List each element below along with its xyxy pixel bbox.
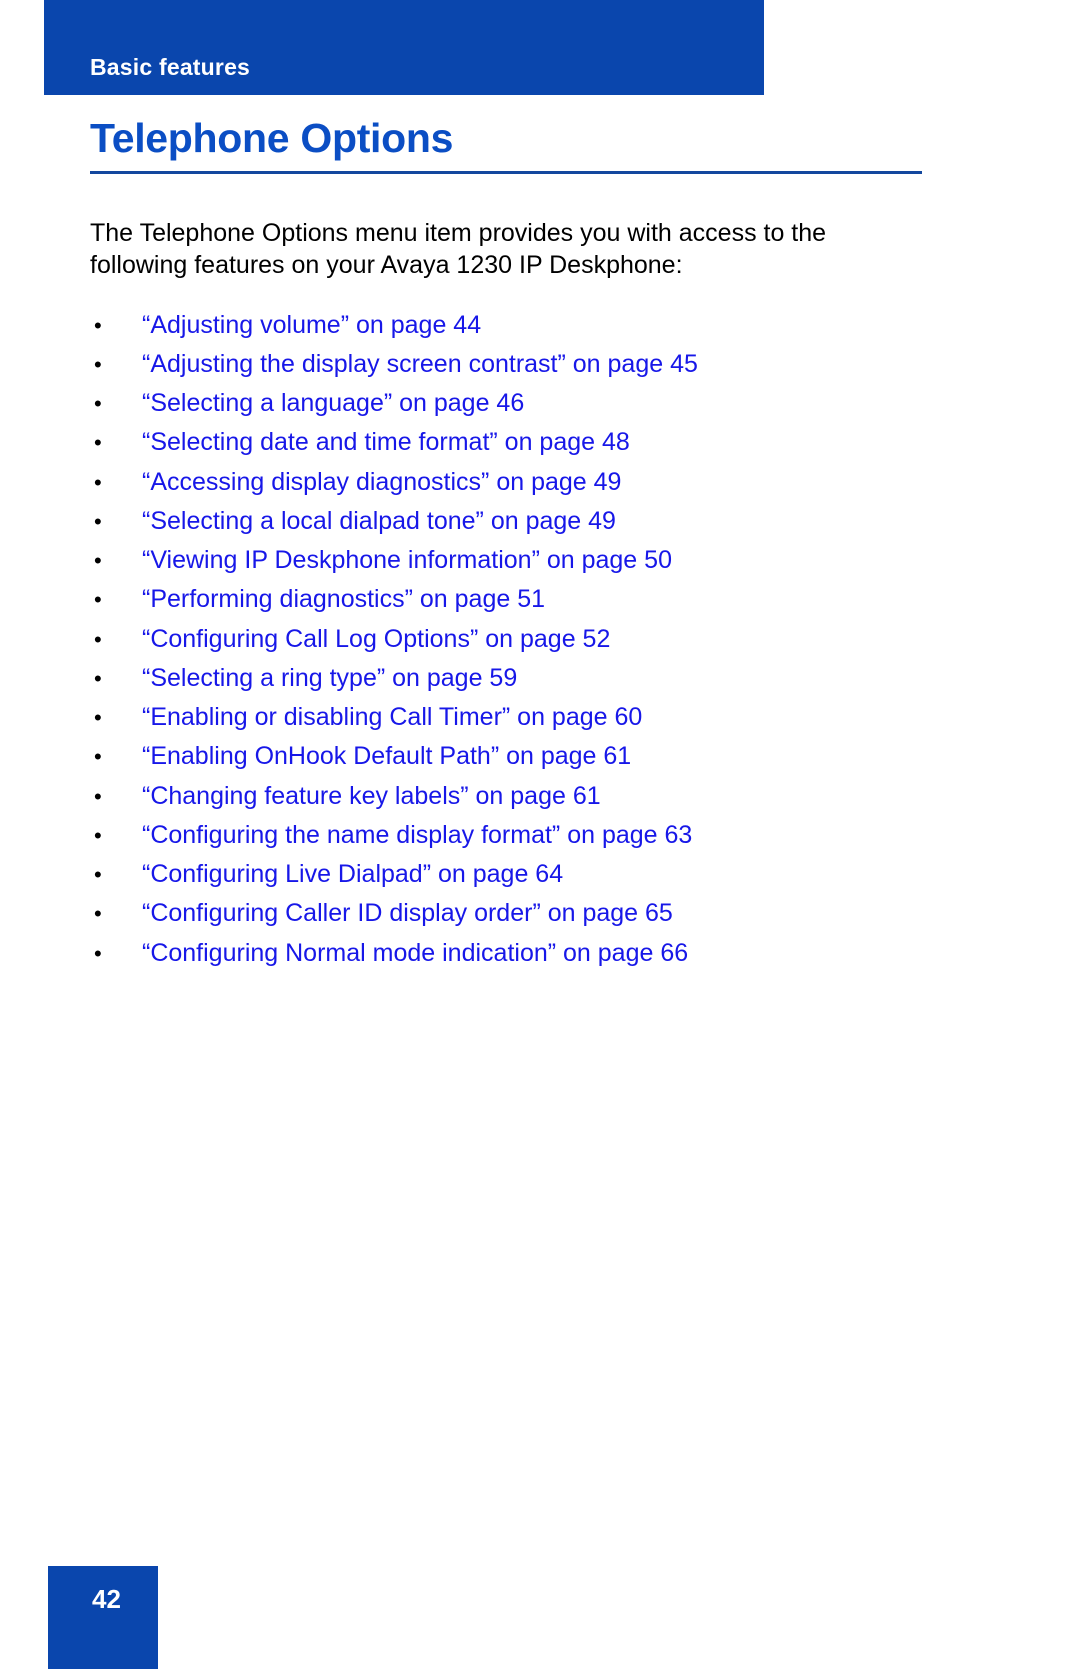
intro-paragraph: The Telephone Options menu item provides… — [90, 219, 827, 279]
cross-reference-link[interactable]: “Viewing IP Deskphone information” on pa… — [142, 547, 672, 574]
list-item: • “Enabling OnHook Default Path” on page … — [90, 743, 990, 770]
list-item: • “Accessing display diagnostics” on page… — [90, 468, 990, 495]
cross-reference-link[interactable]: “Configuring Live Dialpad” on page 64 — [142, 861, 563, 888]
bullet-icon: • — [94, 862, 102, 887]
bullet-icon: • — [94, 587, 102, 613]
list-item: • “Selecting a local dialpad tone” on pag… — [90, 507, 990, 534]
running-header-bar: Basic features — [44, 0, 764, 95]
bullet-icon: • — [94, 940, 102, 966]
cross-reference-link[interactable]: “Performing diagnostics” on page 51 — [142, 586, 545, 613]
list-item: • “Adjusting volume” on page 44 — [90, 311, 990, 338]
cross-reference-link[interactable]: “Accessing display diagnostics” on page … — [142, 468, 621, 495]
bullet-icon: • — [94, 626, 102, 652]
list-item: • “Configuring Live Dialpad” on page 64 — [90, 861, 990, 888]
cross-reference-link[interactable]: “Selecting a ring type” on page 59 — [142, 664, 517, 691]
cross-reference-link[interactable]: “Selecting a local dialpad tone” on page… — [142, 507, 616, 534]
bullet-icon: • — [94, 705, 102, 730]
bullet-icon: • — [94, 744, 102, 770]
list-item: • “Configuring Call Log Options” on page … — [90, 625, 990, 652]
cross-reference-link[interactable]: “Configuring the name display format” on… — [142, 821, 692, 848]
list-item: • “Adjusting the display screen contrast”… — [90, 350, 990, 377]
bullet-icon: • — [94, 430, 102, 456]
cross-reference-list: • “Adjusting volume” on page 44 • “Adjustin… — [90, 311, 990, 966]
bullet-icon: • — [94, 822, 102, 848]
list-item: • “Performing diagnostics” on page 51 — [90, 586, 990, 613]
cross-reference-link[interactable]: “Configuring Normal mode indication” on … — [142, 939, 688, 966]
bullet-icon: • — [94, 391, 102, 416]
list-item: • “Enabling or disabling Call Timer” on p… — [90, 704, 990, 731]
list-item: • “Configuring the name display format” o… — [90, 821, 990, 848]
cross-reference-link[interactable]: “Enabling OnHook Default Path” on page 6… — [142, 743, 631, 770]
cross-reference-link[interactable]: “Selecting date and time format” on page… — [142, 429, 630, 456]
page-number-label: 42 — [92, 1584, 121, 1614]
page-content: Telephone Options The Telephone Options … — [90, 118, 990, 979]
cross-reference-link[interactable]: “Changing feature key labels” on page 61 — [142, 782, 601, 809]
cross-reference-link[interactable]: “Adjusting volume” on page 44 — [142, 311, 481, 338]
list-item: • “Viewing IP Deskphone information” on p… — [90, 547, 990, 574]
bullet-icon: • — [94, 665, 102, 691]
bullet-icon: • — [94, 783, 102, 809]
list-item: • “Selecting a language” on page 46 — [90, 390, 990, 417]
page-title: Telephone Options — [90, 115, 454, 161]
cross-reference-link[interactable]: “Enabling or disabling Call Timer” on pa… — [142, 704, 642, 731]
list-item: • “Selecting date and time format” on pag… — [90, 429, 990, 456]
list-item: • “Changing feature key labels” on page 6… — [90, 782, 990, 809]
cross-reference-link[interactable]: “Configuring Call Log Options” on page 5… — [142, 625, 610, 652]
bullet-icon: • — [94, 469, 102, 495]
list-item: • “Configuring Normal mode indication” on… — [90, 939, 990, 966]
bullet-icon: • — [94, 312, 102, 338]
footer-page-number-box: 42 — [48, 1566, 158, 1669]
bullet-icon: • — [94, 901, 102, 927]
bullet-icon: • — [94, 548, 102, 573]
cross-reference-link[interactable]: “Adjusting the display screen contrast” … — [142, 350, 698, 377]
cross-reference-link[interactable]: “Selecting a language” on page 46 — [142, 390, 524, 417]
list-item: • “Selecting a ring type” on page 59 — [90, 664, 990, 691]
running-header-label: Basic features — [90, 54, 251, 80]
cross-reference-link[interactable]: “Configuring Caller ID display order” on… — [142, 900, 673, 927]
list-item: • “Configuring Caller ID display order” o… — [90, 900, 990, 927]
title-underline-rule — [90, 171, 922, 174]
bullet-icon: • — [94, 351, 102, 377]
bullet-icon: • — [94, 508, 102, 534]
